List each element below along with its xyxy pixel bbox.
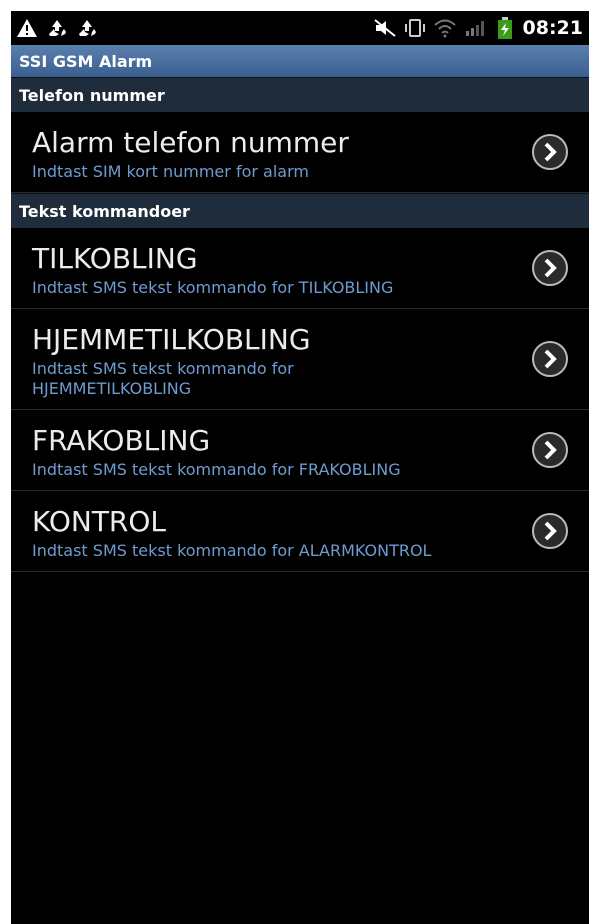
preference-title: KONTROL	[32, 505, 167, 538]
chevron-right-icon	[532, 513, 568, 549]
preference-subtitle: Indtast SMS tekst kommando for HJEMMETIL…	[32, 359, 294, 398]
preference-item-kontrol[interactable]: KONTROL Indtast SMS tekst kommando for A…	[11, 491, 589, 572]
preference-subtitle: Indtast SIM kort nummer for alarm	[32, 162, 309, 181]
app-title: SSI GSM Alarm	[19, 51, 153, 71]
preference-title: FRAKOBLING	[32, 424, 211, 457]
preference-item-frakobling[interactable]: FRAKOBLING Indtast SMS tekst kommando fo…	[11, 410, 589, 491]
preference-subtitle: Indtast SMS tekst kommando for ALARMKONT…	[32, 541, 432, 560]
mute-icon	[373, 17, 397, 39]
section-header-telefon-nummer: Telefon nummer	[11, 77, 589, 112]
preference-title: Alarm telefon nummer	[32, 126, 349, 159]
preference-item-alarm-telefon-nummer[interactable]: Alarm telefon nummer Indtast SIM kort nu…	[11, 112, 589, 193]
section-header-label: Telefon nummer	[19, 85, 165, 105]
battery-charging-icon	[493, 17, 517, 39]
signal-icon	[463, 17, 487, 39]
preference-item-hjemmetilkobling[interactable]: HJEMMETILKOBLING Indtast SMS tekst komma…	[11, 309, 589, 410]
chevron-right-icon	[532, 341, 568, 377]
clock: 08:21	[522, 17, 583, 39]
chevron-right-icon	[532, 250, 568, 286]
preference-title: HJEMMETILKOBLING	[32, 323, 311, 356]
section-header-tekst-kommandoer: Tekst kommandoer	[11, 193, 589, 228]
warning-icon	[15, 17, 39, 39]
recycle-icon	[45, 17, 69, 39]
status-bar: 08:21	[11, 11, 589, 45]
phone-screen: 08:21 SSI GSM Alarm Telefon nummer Alarm…	[11, 11, 589, 924]
preference-item-tilkobling[interactable]: TILKOBLING Indtast SMS tekst kommando fo…	[11, 228, 589, 309]
preference-title: TILKOBLING	[32, 242, 198, 275]
chevron-right-icon	[532, 134, 568, 170]
wifi-icon	[433, 17, 457, 39]
recycle-icon	[75, 17, 99, 39]
preference-subtitle: Indtast SMS tekst kommando for FRAKOBLIN…	[32, 460, 401, 479]
section-header-label: Tekst kommandoer	[19, 201, 190, 221]
preference-subtitle: Indtast SMS tekst kommando for TILKOBLIN…	[32, 278, 394, 297]
vibrate-icon	[403, 17, 427, 39]
chevron-right-icon	[532, 432, 568, 468]
app-title-bar: SSI GSM Alarm	[11, 45, 589, 77]
